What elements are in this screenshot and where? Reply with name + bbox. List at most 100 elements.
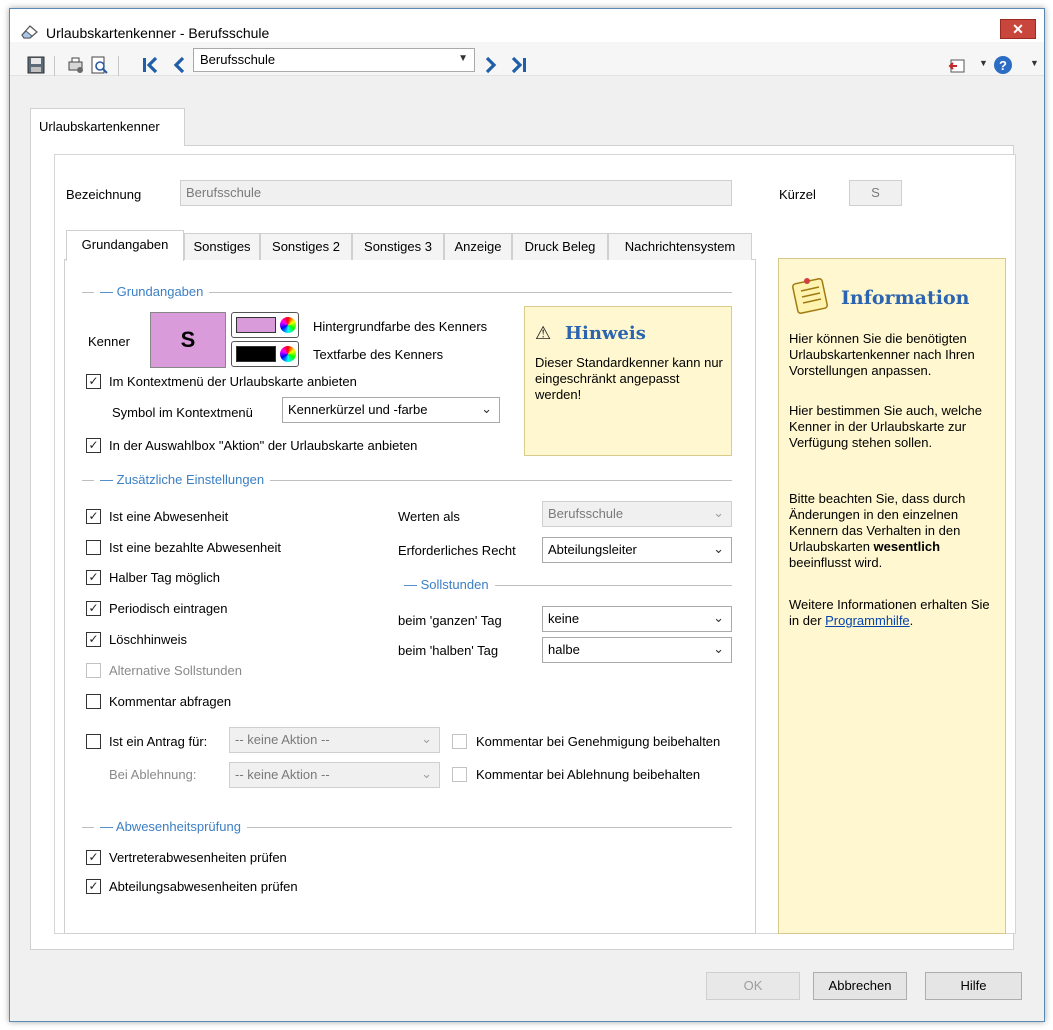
- antrag-checkbox[interactable]: [86, 734, 101, 749]
- kuerzel-field[interactable]: S: [849, 180, 902, 206]
- cancel-button[interactable]: Abbrechen: [813, 972, 907, 1000]
- bezeichnung-field[interactable]: Berufsschule: [180, 180, 732, 206]
- help-button[interactable]: Hilfe: [925, 972, 1022, 1000]
- halber-tag-label: Halber Tag möglich: [109, 570, 221, 585]
- vertreter-label: Vertreterabwesenheiten prüfen: [109, 850, 287, 865]
- last-record-icon[interactable]: [508, 55, 530, 75]
- chevron-down-icon: ⌄: [713, 541, 724, 556]
- tab-sonstiges-3[interactable]: Sonstiges 3: [352, 233, 444, 260]
- kommentar-genehmigung-checkbox[interactable]: [452, 734, 467, 749]
- next-record-icon[interactable]: [482, 55, 500, 75]
- toolbar-separator: [54, 56, 55, 76]
- kuerzel-label: Kürzel: [779, 187, 816, 202]
- info-paragraph-1: Hier können Sie die benötigten Urlaubska…: [789, 331, 975, 378]
- symbol-select-value: Kennerkürzel und -farbe: [288, 402, 428, 417]
- tab-nachrichtensystem[interactable]: Nachrichtensystem: [608, 233, 752, 260]
- tab-label: Grundangaben: [81, 237, 169, 252]
- information-title: Information: [841, 287, 970, 309]
- svg-text:?: ?: [999, 58, 1007, 73]
- print-setup-icon[interactable]: [66, 55, 86, 75]
- recht-value: Abteilungsleiter: [548, 542, 637, 557]
- chevron-down-icon: ⌄: [713, 610, 724, 625]
- action-box-label: In der Auswahlbox "Aktion" der Urlaubska…: [109, 438, 418, 453]
- tab-grundangaben[interactable]: Grundangaben: [66, 230, 184, 261]
- ok-button[interactable]: OK: [706, 972, 800, 1000]
- hinweis-title: Hinweis: [565, 323, 646, 344]
- loeschhinweis-checkbox[interactable]: ✓: [86, 632, 101, 647]
- warning-icon: ⚠: [535, 323, 552, 343]
- chevron-down-icon: ⌄: [421, 766, 432, 781]
- eraser-icon: [21, 25, 38, 39]
- halber-tag-select[interactable]: halbe ⌄: [542, 637, 732, 663]
- previous-record-icon[interactable]: [170, 55, 188, 75]
- chevron-down-icon: ⌄: [713, 641, 724, 656]
- record-select[interactable]: Berufsschule ▼: [193, 48, 475, 72]
- toolbar-separator: [118, 56, 119, 76]
- info-text-bold: wesentlich: [873, 539, 941, 554]
- vertreter-checkbox[interactable]: ✓: [86, 850, 101, 865]
- programmhilfe-link[interactable]: Programmhilfe: [825, 613, 910, 628]
- tab-anzeige[interactable]: Anzeige: [444, 233, 512, 260]
- section-title-grundangaben: — Grundangaben: [94, 284, 210, 299]
- record-select-value: Berufsschule: [200, 52, 276, 67]
- tab-label: Sonstiges 3: [364, 239, 432, 254]
- tab-label: Sonstiges: [193, 239, 251, 254]
- werten-als-select[interactable]: Berufsschule ⌄: [542, 501, 732, 527]
- context-menu-checkbox[interactable]: ✓: [86, 374, 101, 389]
- help-dropdown-icon[interactable]: ▼: [1030, 58, 1039, 68]
- recht-select[interactable]: Abteilungsleiter ⌄: [542, 537, 732, 563]
- notepad-icon: [792, 278, 828, 314]
- periodisch-checkbox[interactable]: ✓: [86, 601, 101, 616]
- halber-tag-checkbox[interactable]: ✓: [86, 570, 101, 585]
- section-title-text: Sollstunden: [420, 577, 489, 592]
- exit-icon[interactable]: [948, 56, 968, 74]
- action-box-checkbox[interactable]: ✓: [86, 438, 101, 453]
- abwesenheit-label: Ist eine Abwesenheit: [109, 509, 229, 524]
- chevron-down-icon: ⌄: [713, 505, 724, 520]
- alternative-sollstunden-checkbox[interactable]: [86, 663, 101, 678]
- kommentar-genehmigung-label: Kommentar bei Genehmigung beibehalten: [476, 734, 721, 749]
- text-color-button[interactable]: [231, 341, 299, 367]
- info-paragraph-4: Weitere Informationen erhalten Sie in de…: [789, 597, 999, 629]
- ganzer-tag-select[interactable]: keine ⌄: [542, 606, 732, 632]
- background-color-button[interactable]: [231, 312, 299, 338]
- tab-label: Nachrichtensystem: [624, 239, 736, 254]
- abteilung-checkbox[interactable]: ✓: [86, 879, 101, 894]
- symbol-select[interactable]: Kennerkürzel und -farbe ⌄: [282, 397, 500, 423]
- tab-sonstiges[interactable]: Sonstiges: [184, 233, 260, 260]
- recht-label: Erforderliches Recht: [398, 543, 516, 558]
- werten-als-value: Berufsschule: [548, 506, 624, 521]
- section-title-text: Grundangaben: [116, 284, 204, 299]
- tab-sonstiges-2[interactable]: Sonstiges 2: [260, 233, 352, 260]
- kommentar-abfragen-checkbox[interactable]: [86, 694, 101, 709]
- help-icon[interactable]: ?: [993, 55, 1013, 75]
- tab-label: Urlaubskartenkenner: [39, 119, 160, 134]
- first-record-icon[interactable]: [140, 55, 162, 75]
- info-paragraph-2: Hier bestimmen Sie auch, welche Kenner i…: [789, 403, 982, 450]
- tab-label: Druck Beleg: [524, 239, 596, 254]
- kuerzel-value: S: [871, 185, 880, 200]
- save-icon[interactable]: [26, 55, 46, 75]
- tab-label: Sonstiges 2: [272, 239, 340, 254]
- close-button[interactable]: ✕: [1000, 19, 1036, 39]
- kommentar-ablehnung-checkbox[interactable]: [452, 767, 467, 782]
- hinweis-text: Dieser Standardkenner kann nur eingeschr…: [535, 355, 723, 402]
- kommentar-abfragen-label: Kommentar abfragen: [109, 694, 232, 709]
- chevron-down-icon: ⌄: [421, 731, 432, 746]
- antrag-select[interactable]: -- keine Aktion -- ⌄: [229, 727, 440, 753]
- bezahlte-abwesenheit-label: Ist eine bezahlte Abwesenheit: [109, 540, 282, 555]
- tab-joiner: [31, 144, 184, 146]
- abwesenheit-checkbox[interactable]: ✓: [86, 509, 101, 524]
- halber-tag-sollstunden-label: beim 'halben' Tag: [398, 643, 499, 658]
- periodisch-label: Periodisch eintragen: [109, 601, 228, 616]
- exit-dropdown-icon[interactable]: ▼: [979, 58, 988, 68]
- text-color-label: Textfarbe des Kenners: [313, 347, 444, 362]
- print-preview-icon[interactable]: [89, 55, 109, 75]
- tab-urlaubskartenkenner[interactable]: Urlaubskartenkenner: [30, 108, 185, 146]
- bezahlte-abwesenheit-checkbox[interactable]: [86, 540, 101, 555]
- ablehnung-select[interactable]: -- keine Aktion -- ⌄: [229, 762, 440, 788]
- ganzer-tag-value: keine: [548, 611, 580, 626]
- section-title-sollstunden: — Sollstunden: [398, 577, 495, 592]
- tab-druck-beleg[interactable]: Druck Beleg: [512, 233, 608, 260]
- information-panel: Information Hier können Sie die benötigt…: [778, 258, 1006, 934]
